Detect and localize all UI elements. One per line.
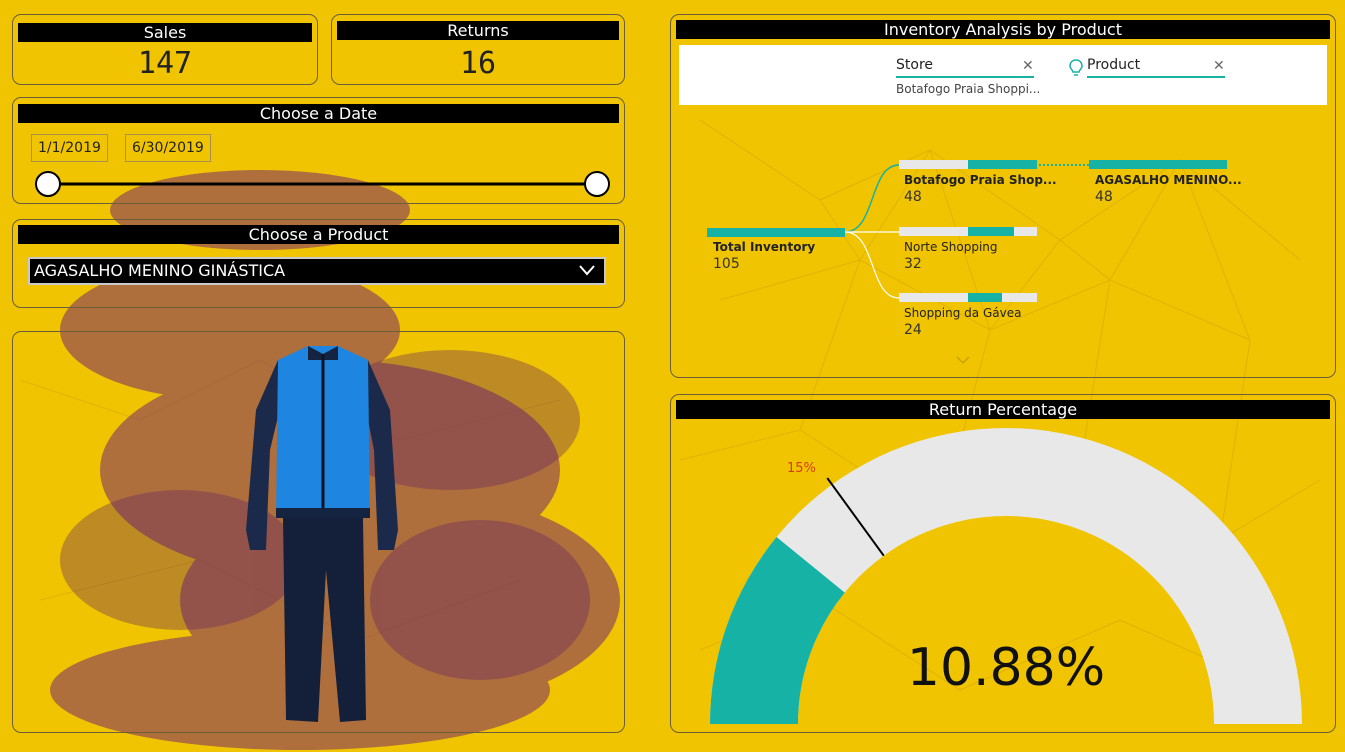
root-label: Total Inventory	[713, 240, 816, 254]
returns-title: Returns	[337, 21, 619, 40]
chevron-down-icon[interactable]	[578, 263, 596, 277]
store-value: 32	[904, 256, 922, 272]
start-date-handle[interactable]	[35, 171, 61, 197]
gauge-card: Return Percentage 15% 10.88%	[670, 394, 1336, 733]
product-slicer-card: Choose a Product AGASALHO MENINO GINÁSTI…	[12, 219, 625, 308]
sales-card: Sales 147	[12, 14, 318, 85]
inventory-card: Inventory Analysis by Product Store ✕ Bo…	[670, 14, 1336, 378]
product-dropdown-value: AGASALHO MENINO GINÁSTICA	[34, 261, 286, 280]
product-dropdown[interactable]: AGASALHO MENINO GINÁSTICA	[28, 257, 606, 285]
store-bar[interactable]	[899, 227, 1037, 236]
root-bar[interactable]	[707, 228, 845, 237]
product-value: 48	[1095, 189, 1113, 205]
start-date-input[interactable]: 1/1/2019	[31, 134, 108, 162]
product-bar[interactable]	[1089, 160, 1227, 169]
returns-value: 16	[459, 46, 497, 81]
store-label: Norte Shopping	[904, 240, 998, 254]
store-bar[interactable]	[899, 293, 1037, 302]
date-slicer-card: Choose a Date 1/1/2019 6/30/2019	[12, 97, 625, 204]
sales-value: 147	[137, 46, 193, 81]
gauge-chart: 15% 10.88%	[710, 428, 1302, 724]
returns-card: Returns 16	[331, 14, 625, 85]
product-label: AGASALHO MENINO...	[1095, 173, 1242, 187]
tree-connectors	[844, 164, 1089, 299]
gauge-value: 10.88%	[907, 638, 1105, 698]
date-slicer-title: Choose a Date	[18, 104, 619, 123]
gauge-target-label: 15%	[787, 461, 816, 476]
root-value: 105	[713, 256, 740, 272]
store-label: Botafogo Praia Shop...	[904, 173, 1057, 187]
end-date-input[interactable]: 6/30/2019	[125, 134, 211, 162]
product-image-card	[12, 331, 625, 733]
chevron-down-icon[interactable]	[955, 355, 971, 365]
tracksuit-image	[246, 346, 398, 722]
store-value: 24	[904, 322, 922, 338]
store-value: 48	[904, 189, 922, 205]
date-range-slider[interactable]	[13, 168, 626, 202]
store-bar[interactable]	[899, 160, 1037, 169]
product-slicer-title: Choose a Product	[18, 225, 619, 244]
store-label: Shopping da Gávea	[904, 306, 1022, 320]
sales-title: Sales	[18, 23, 312, 42]
end-date-handle[interactable]	[584, 171, 610, 197]
